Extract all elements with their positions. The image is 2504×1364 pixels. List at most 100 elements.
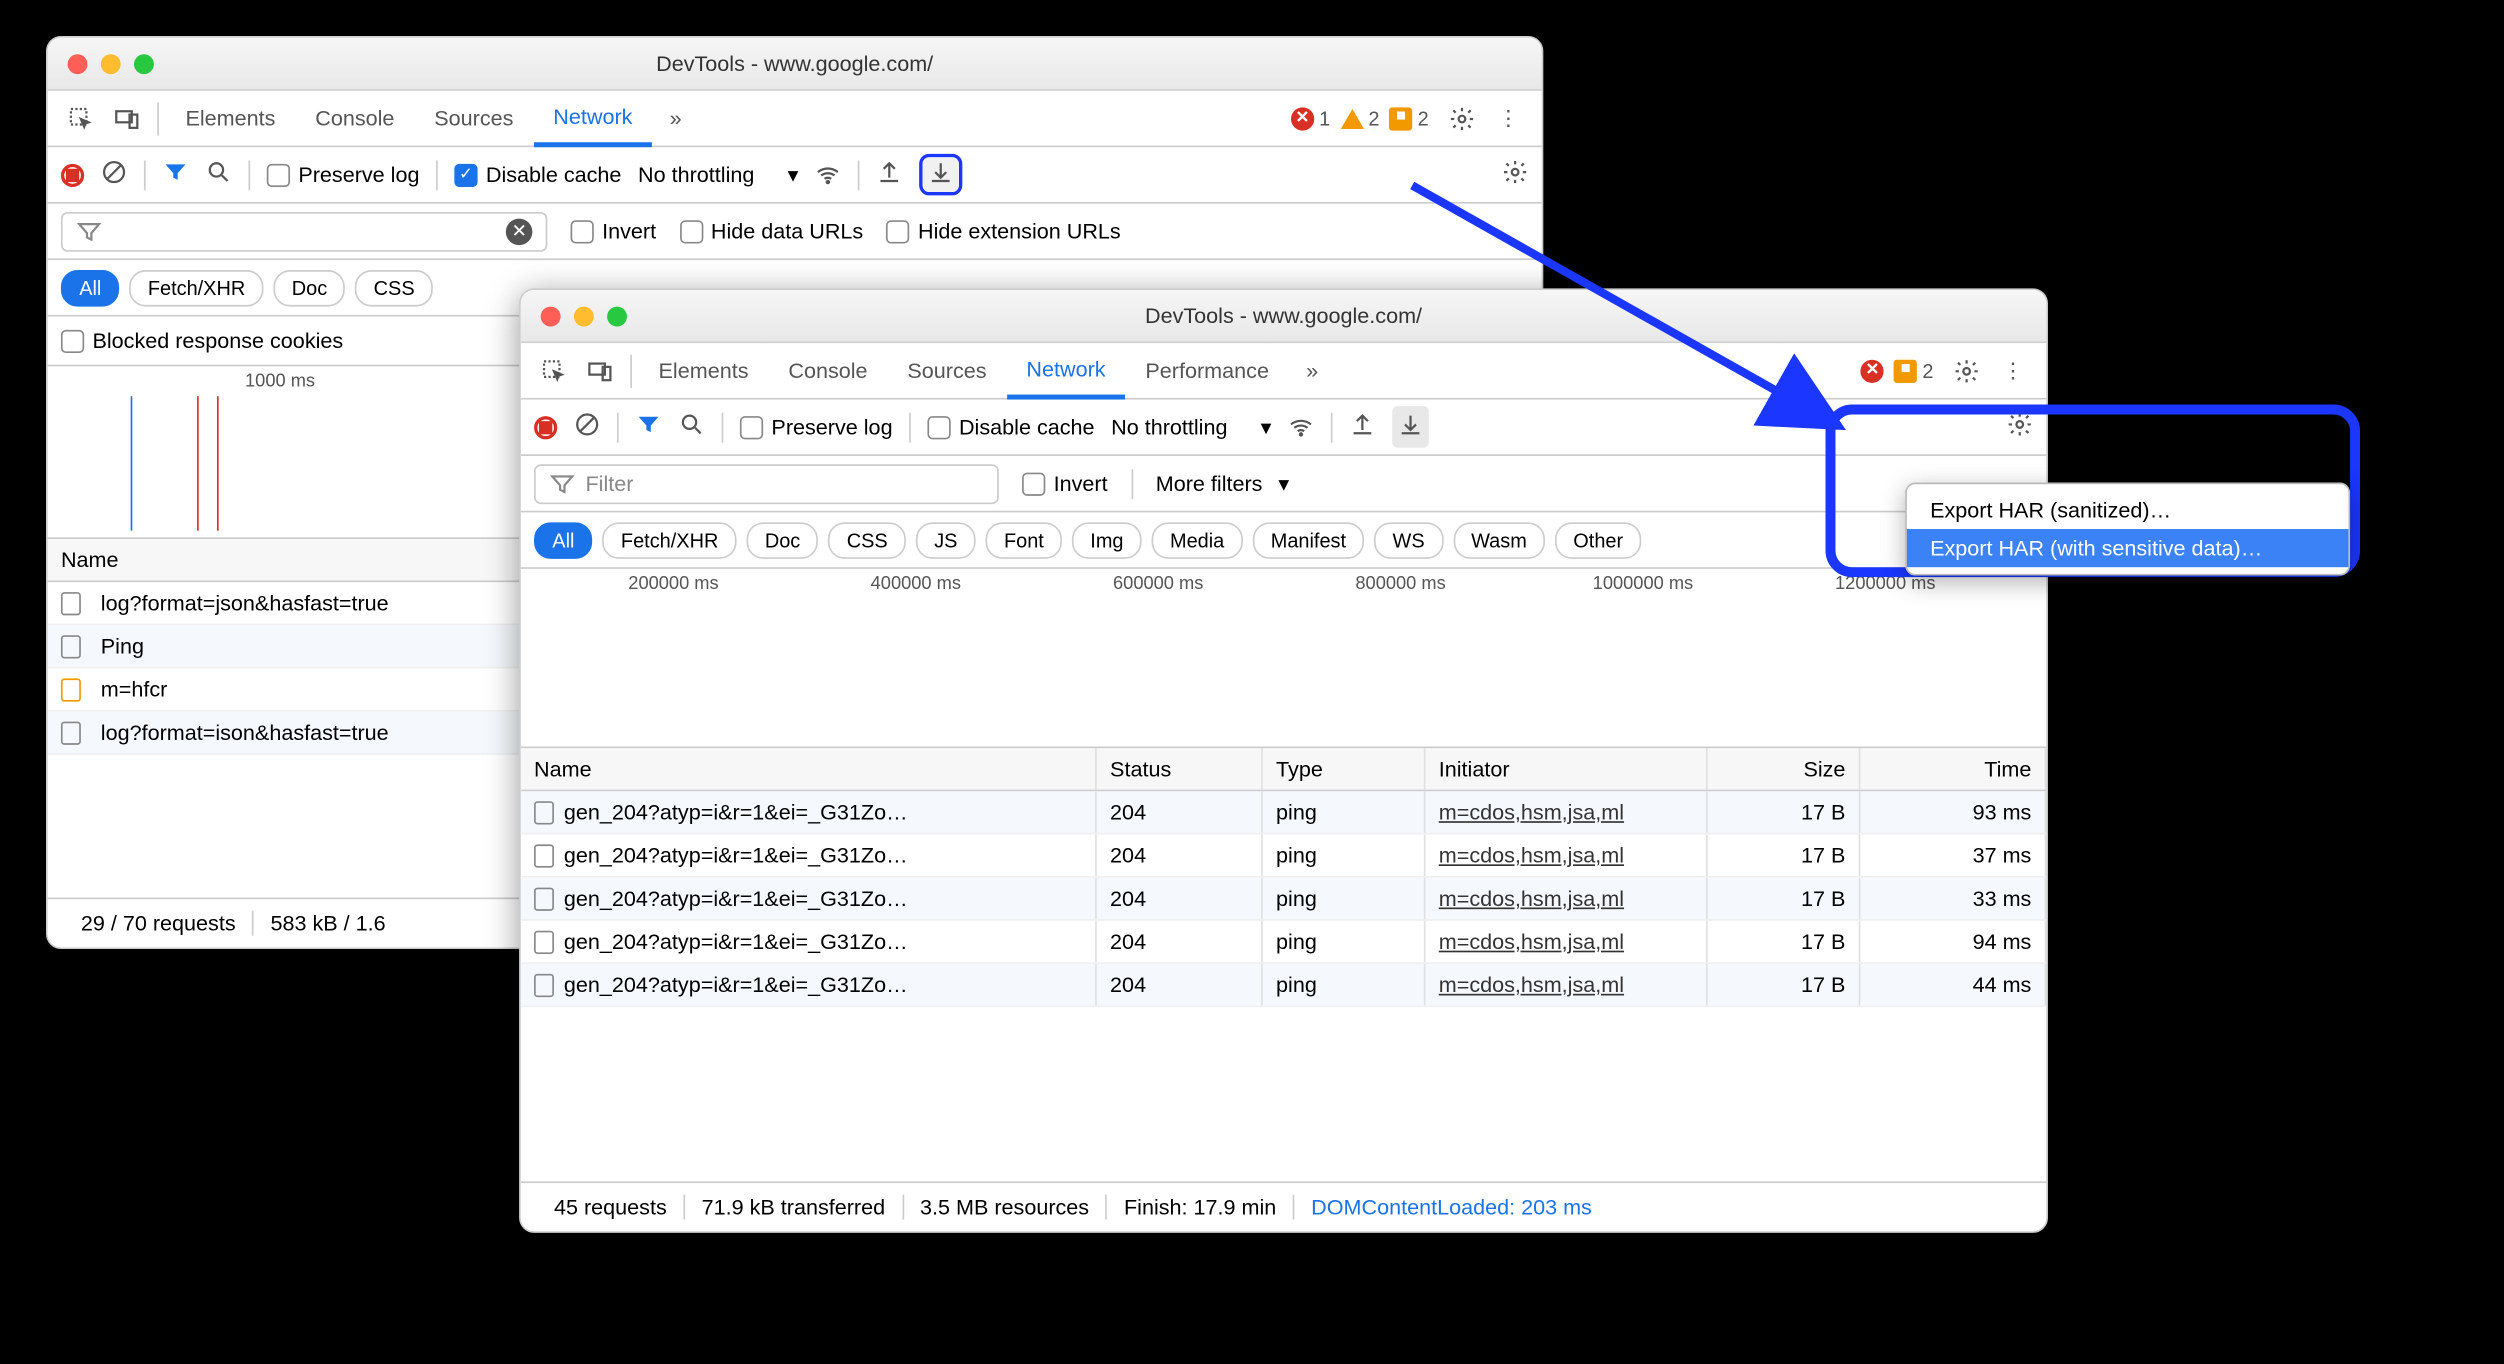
tab-console[interactable]: Console xyxy=(768,342,887,398)
chip-fetch-xhr[interactable]: Fetch/XHR xyxy=(130,269,264,306)
tab-elements[interactable]: Elements xyxy=(166,90,296,146)
invert-checkbox[interactable]: Invert xyxy=(1022,471,1108,496)
throttling-select[interactable]: No throttling▾ xyxy=(638,161,798,188)
chip-all[interactable]: All xyxy=(61,269,120,306)
filter-input[interactable]: ✕ xyxy=(61,211,547,251)
blocked-cookies-checkbox[interactable]: Blocked response cookies xyxy=(61,328,343,353)
network-conditions-icon[interactable] xyxy=(1288,411,1315,443)
filter-icon[interactable] xyxy=(635,411,662,443)
disable-cache-checkbox[interactable]: Disable cache xyxy=(927,414,1094,439)
status-size: 583 kB / 1.6 xyxy=(254,911,402,936)
hide-data-urls-checkbox[interactable]: Hide data URLs xyxy=(679,219,863,244)
col-type-header[interactable]: Type xyxy=(1263,748,1426,790)
col-name-header[interactable]: Name xyxy=(521,748,1097,790)
table-row[interactable]: gen_204?atyp=i&r=1&ei=_G31Zo… 204 ping m… xyxy=(521,878,2047,921)
status-finish: Finish: 17.9 min xyxy=(1107,1195,1294,1220)
chip-manifest[interactable]: Manifest xyxy=(1252,522,1364,559)
filter-input[interactable]: Filter xyxy=(534,463,999,503)
record-button[interactable] xyxy=(61,163,84,186)
network-conditions-icon[interactable] xyxy=(815,159,842,191)
issue-badges[interactable]: ✕1 2 ■2 xyxy=(1291,107,1429,130)
tab-network[interactable]: Network xyxy=(1006,342,1125,398)
search-icon[interactable] xyxy=(205,159,232,191)
error-icon: ✕ xyxy=(1861,359,1884,382)
export-har-sensitive-item[interactable]: Export HAR (with sensitive data)… xyxy=(1907,529,2349,567)
chip-font[interactable]: Font xyxy=(986,522,1062,559)
kebab-menu-icon[interactable]: ⋮ xyxy=(1485,95,1531,141)
network-settings-icon[interactable] xyxy=(1502,159,1529,191)
kebab-menu-icon[interactable]: ⋮ xyxy=(1990,347,2036,393)
export-har-button-highlight xyxy=(920,154,963,196)
maximize-icon[interactable] xyxy=(134,53,154,73)
tab-elements[interactable]: Elements xyxy=(639,342,769,398)
table-row[interactable]: gen_204?atyp=i&r=1&ei=_G31Zo… 204 ping m… xyxy=(521,791,2047,834)
settings-icon[interactable] xyxy=(1439,95,1485,141)
status-bar: 45 requests 71.9 kB transferred 3.5 MB r… xyxy=(521,1181,2047,1231)
hide-extension-urls-checkbox[interactable]: Hide extension URLs xyxy=(886,219,1120,244)
table-header: Name Status Type Initiator Size Time xyxy=(521,748,2047,791)
record-button[interactable] xyxy=(534,415,557,438)
network-toolbar: Preserve log Disable cache No throttling… xyxy=(521,400,2047,456)
preserve-log-checkbox[interactable]: Preserve log xyxy=(740,414,893,439)
more-tabs-icon[interactable]: » xyxy=(652,95,698,141)
export-har-button[interactable] xyxy=(1393,406,1430,448)
disable-cache-checkbox[interactable]: ✓Disable cache xyxy=(454,162,621,187)
titlebar: DevTools - www.google.com/ xyxy=(521,290,2047,343)
table-row[interactable]: gen_204?atyp=i&r=1&ei=_G31Zo… 204 ping m… xyxy=(521,964,2047,1007)
clear-filter-icon[interactable]: ✕ xyxy=(506,218,533,245)
chip-media[interactable]: Media xyxy=(1152,522,1243,559)
tab-sources[interactable]: Sources xyxy=(414,90,533,146)
devtools-window-front: DevTools - www.google.com/ Elements Cons… xyxy=(519,288,2048,1233)
inspect-icon[interactable] xyxy=(531,347,577,393)
more-filters-select[interactable]: More filters ▾ xyxy=(1156,470,1290,497)
throttling-select[interactable]: No throttling▾ xyxy=(1111,414,1271,441)
chip-ws[interactable]: WS xyxy=(1374,522,1443,559)
table-row[interactable]: gen_204?atyp=i&r=1&ei=_G31Zo… 204 ping m… xyxy=(521,834,2047,877)
col-initiator-header[interactable]: Initiator xyxy=(1425,748,1707,790)
clear-button[interactable] xyxy=(101,159,128,191)
export-har-dropdown: Export HAR (sanitized)… Export HAR (with… xyxy=(1905,483,2350,576)
inspect-icon[interactable] xyxy=(58,95,104,141)
chip-css[interactable]: CSS xyxy=(828,522,906,559)
clear-button[interactable] xyxy=(574,411,601,443)
chip-css[interactable]: CSS xyxy=(355,269,433,306)
chip-all[interactable]: All xyxy=(534,522,593,559)
chip-wasm[interactable]: Wasm xyxy=(1453,522,1545,559)
tab-performance[interactable]: Performance xyxy=(1125,342,1288,398)
col-status-header[interactable]: Status xyxy=(1097,748,1263,790)
export-har-sanitized-item[interactable]: Export HAR (sanitized)… xyxy=(1907,491,2349,529)
preserve-log-checkbox[interactable]: Preserve log xyxy=(267,162,420,187)
chip-other[interactable]: Other xyxy=(1555,522,1641,559)
device-toggle-icon[interactable] xyxy=(577,347,623,393)
maximize-icon[interactable] xyxy=(607,306,627,326)
network-settings-icon[interactable] xyxy=(2006,411,2033,443)
minimize-icon[interactable] xyxy=(101,53,121,73)
chip-img[interactable]: Img xyxy=(1072,522,1142,559)
status-domcontentloaded: DOMContentLoaded: 203 ms xyxy=(1295,1195,1609,1220)
col-size-header[interactable]: Size xyxy=(1708,748,1861,790)
traffic-lights xyxy=(48,53,154,73)
chip-fetch-xhr[interactable]: Fetch/XHR xyxy=(603,522,737,559)
col-time-header[interactable]: Time xyxy=(1860,748,2046,790)
chip-js[interactable]: JS xyxy=(916,522,976,559)
chip-doc[interactable]: Doc xyxy=(747,522,819,559)
chip-doc[interactable]: Doc xyxy=(273,269,345,306)
settings-icon[interactable] xyxy=(1943,347,1989,393)
timeline-overview[interactable]: 200000 ms 400000 ms 600000 ms 800000 ms … xyxy=(521,569,2047,748)
close-icon[interactable] xyxy=(541,306,561,326)
minimize-icon[interactable] xyxy=(574,306,594,326)
tab-sources[interactable]: Sources xyxy=(887,342,1006,398)
import-har-icon[interactable] xyxy=(876,159,903,191)
invert-checkbox[interactable]: Invert xyxy=(571,219,657,244)
import-har-icon[interactable] xyxy=(1350,411,1377,443)
table-row[interactable]: gen_204?atyp=i&r=1&ei=_G31Zo… 204 ping m… xyxy=(521,921,2047,964)
filter-icon[interactable] xyxy=(162,159,189,191)
more-tabs-icon[interactable]: » xyxy=(1289,347,1335,393)
issue-badges[interactable]: ✕ ■2 xyxy=(1861,359,1934,382)
tab-network[interactable]: Network xyxy=(533,90,652,146)
device-toggle-icon[interactable] xyxy=(104,95,150,141)
search-icon[interactable] xyxy=(678,411,705,443)
export-har-button[interactable] xyxy=(928,165,955,190)
close-icon[interactable] xyxy=(68,53,88,73)
tab-console[interactable]: Console xyxy=(295,90,414,146)
